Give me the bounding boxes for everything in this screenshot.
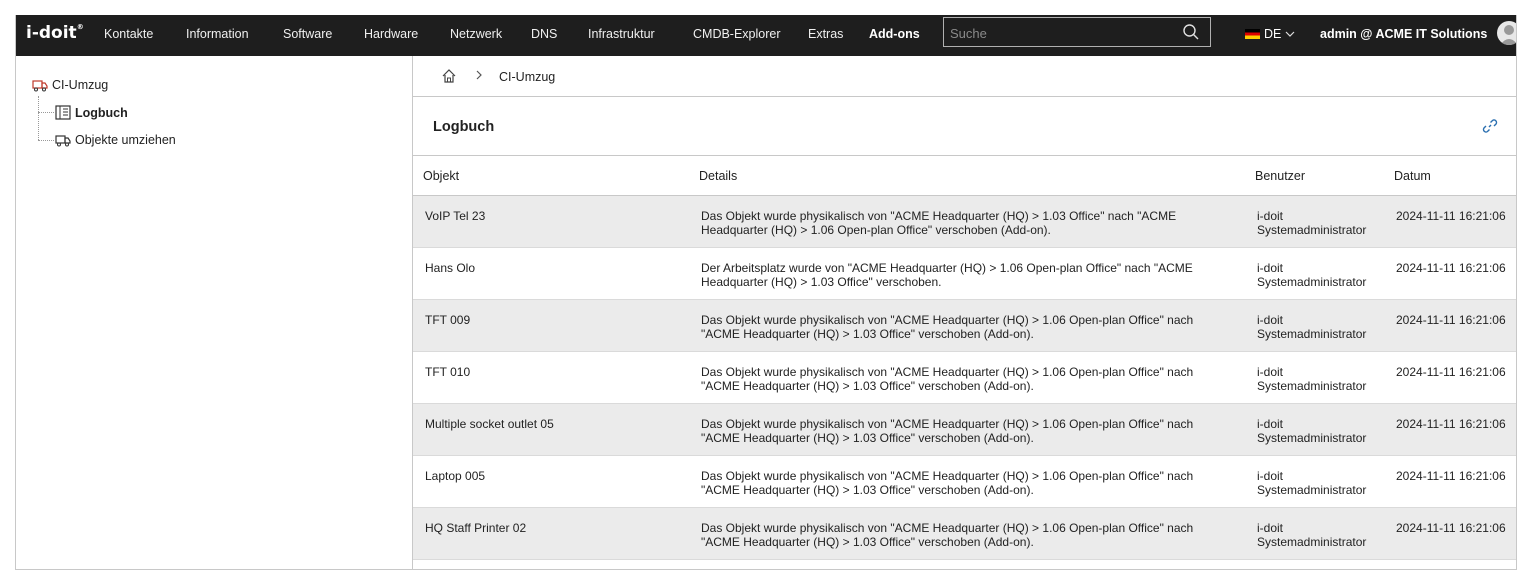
cell-benutzer: i-doit Systemadministrator — [1245, 299, 1384, 352]
nav-information[interactable]: Information — [186, 27, 249, 41]
tree-item-objekte-umziehen[interactable]: Objekte umziehen — [55, 133, 176, 147]
cell-details: Das Objekt wurde physikalisch von "ACME … — [689, 403, 1245, 456]
truck-icon — [55, 135, 71, 147]
tree-item-label: Logbuch — [75, 105, 128, 120]
cell-details: Das Objekt wurde physikalisch von "ACME … — [689, 351, 1245, 404]
nav-netzwerk[interactable]: Netzwerk — [450, 27, 502, 41]
cell-datum: 2024-11-11 16:21:06 — [1384, 299, 1516, 352]
truck-icon — [32, 80, 48, 92]
search-icon[interactable] — [1182, 23, 1200, 41]
nav-software[interactable]: Software — [283, 27, 332, 41]
cell-details: Das Objekt wurde physikalisch von "ACME … — [689, 455, 1245, 508]
cell-objekt: Multiple socket outlet 05 — [413, 403, 689, 456]
cell-objekt: TFT 009 — [413, 299, 689, 352]
nav-kontakte[interactable]: Kontakte — [104, 27, 153, 41]
top-navbar: i-doit® Kontakte Information Software Ha… — [16, 15, 1516, 56]
tree-sidebar: CI-Umzug Logbuch Objekte umziehen — [16, 56, 413, 569]
breadcrumb-current[interactable]: CI-Umzug — [499, 70, 555, 84]
user-avatar-icon — [1500, 25, 1516, 45]
table-row[interactable]: Multiple socket outlet 05 Das Objekt wur… — [413, 403, 1516, 456]
column-header-details[interactable]: Details — [689, 156, 1245, 196]
tree-connector — [38, 140, 54, 141]
column-header-benutzer[interactable]: Benutzer — [1245, 156, 1384, 196]
nav-extras[interactable]: Extras — [808, 27, 843, 41]
chevron-right-icon — [476, 70, 482, 80]
column-header-datum[interactable]: Datum — [1384, 156, 1516, 196]
table-row[interactable]: TFT 009 Das Objekt wurde physikalisch vo… — [413, 299, 1516, 352]
tree-item-logbuch[interactable]: Logbuch — [55, 105, 128, 120]
home-icon[interactable] — [441, 68, 457, 84]
cell-objekt: VoIP Tel 23 — [413, 195, 689, 248]
logbook-icon — [55, 105, 71, 120]
page-title: Logbuch — [433, 119, 495, 135]
nav-hardware[interactable]: Hardware — [364, 27, 418, 41]
cell-details: Das Objekt wurde physikalisch von "ACME … — [689, 195, 1245, 248]
section-header: Logbuch — [413, 97, 1516, 156]
breadcrumb: CI-Umzug — [413, 56, 1516, 97]
nav-dns[interactable]: DNS — [531, 27, 557, 41]
tree-root-label: CI-Umzug — [52, 78, 109, 92]
cell-datum: 2024-11-11 16:21:06 — [1384, 351, 1516, 404]
cell-objekt: HQ Staff Printer 02 — [413, 507, 689, 560]
table-row[interactable]: Hans Olo Der Arbeitsplatz wurde von "ACM… — [413, 247, 1516, 300]
table-header-row: Objekt Details Benutzer Datum — [413, 156, 1516, 196]
tree-connector — [38, 112, 54, 113]
cell-objekt: Hans Olo — [413, 247, 689, 300]
cell-datum: 2024-11-11 16:21:06 — [1384, 403, 1516, 456]
german-flag-icon — [1245, 29, 1260, 39]
cell-benutzer: i-doit Systemadministrator — [1245, 195, 1384, 248]
table-row[interactable]: HQ Staff Printer 02 Das Objekt wurde phy… — [413, 507, 1516, 560]
table-row[interactable]: VoIP Tel 23 Das Objekt wurde physikalisc… — [413, 195, 1516, 248]
tree-item-label: Objekte umziehen — [75, 133, 176, 147]
tree-connector — [38, 96, 40, 140]
main-content: CI-Umzug Logbuch Objekt Details Benutzer… — [413, 56, 1516, 569]
chevron-down-icon — [1285, 31, 1295, 37]
nav-infrastruktur[interactable]: Infrastruktur — [588, 27, 655, 41]
cell-benutzer: i-doit Systemadministrator — [1245, 507, 1384, 560]
app-frame: i-doit® Kontakte Information Software Ha… — [15, 15, 1517, 570]
cell-details: Das Objekt wurde physikalisch von "ACME … — [689, 507, 1245, 560]
search-input[interactable] — [948, 22, 1172, 44]
column-header-objekt[interactable]: Objekt — [413, 156, 689, 196]
cell-datum: 2024-11-11 16:21:06 — [1384, 195, 1516, 248]
nav-add-ons[interactable]: Add-ons — [869, 27, 920, 41]
cell-benutzer: i-doit Systemadministrator — [1245, 247, 1384, 300]
cell-objekt: Laptop 005 — [413, 455, 689, 508]
cell-datum: 2024-11-11 16:21:06 — [1384, 455, 1516, 508]
cell-benutzer: i-doit Systemadministrator — [1245, 403, 1384, 456]
cell-benutzer: i-doit Systemadministrator — [1245, 351, 1384, 404]
tree-item-ci-umzug[interactable]: CI-Umzug — [32, 78, 108, 92]
user-menu[interactable]: admin @ ACME IT Solutions — [1320, 27, 1487, 41]
table-row[interactable]: Laptop 005 Das Objekt wurde physikalisch… — [413, 455, 1516, 508]
app-logo[interactable]: i-doit® — [26, 23, 84, 43]
cell-objekt: TFT 010 — [413, 351, 689, 404]
search-box — [943, 17, 1211, 47]
language-selector[interactable]: DE — [1245, 27, 1295, 41]
link-icon[interactable] — [1482, 118, 1498, 134]
cell-details: Das Objekt wurde physikalisch von "ACME … — [689, 299, 1245, 352]
logbook-table: Objekt Details Benutzer Datum VoIP Tel 2… — [413, 156, 1516, 560]
cell-datum: 2024-11-11 16:21:06 — [1384, 247, 1516, 300]
cell-benutzer: i-doit Systemadministrator — [1245, 455, 1384, 508]
language-code: DE — [1264, 27, 1282, 41]
cell-datum: 2024-11-11 16:21:06 — [1384, 507, 1516, 560]
cell-details: Der Arbeitsplatz wurde von "ACME Headqua… — [689, 247, 1245, 300]
avatar[interactable] — [1497, 21, 1516, 45]
table-row[interactable]: TFT 010 Das Objekt wurde physikalisch vo… — [413, 351, 1516, 404]
nav-cmdb-explorer[interactable]: CMDB-Explorer — [693, 27, 781, 41]
